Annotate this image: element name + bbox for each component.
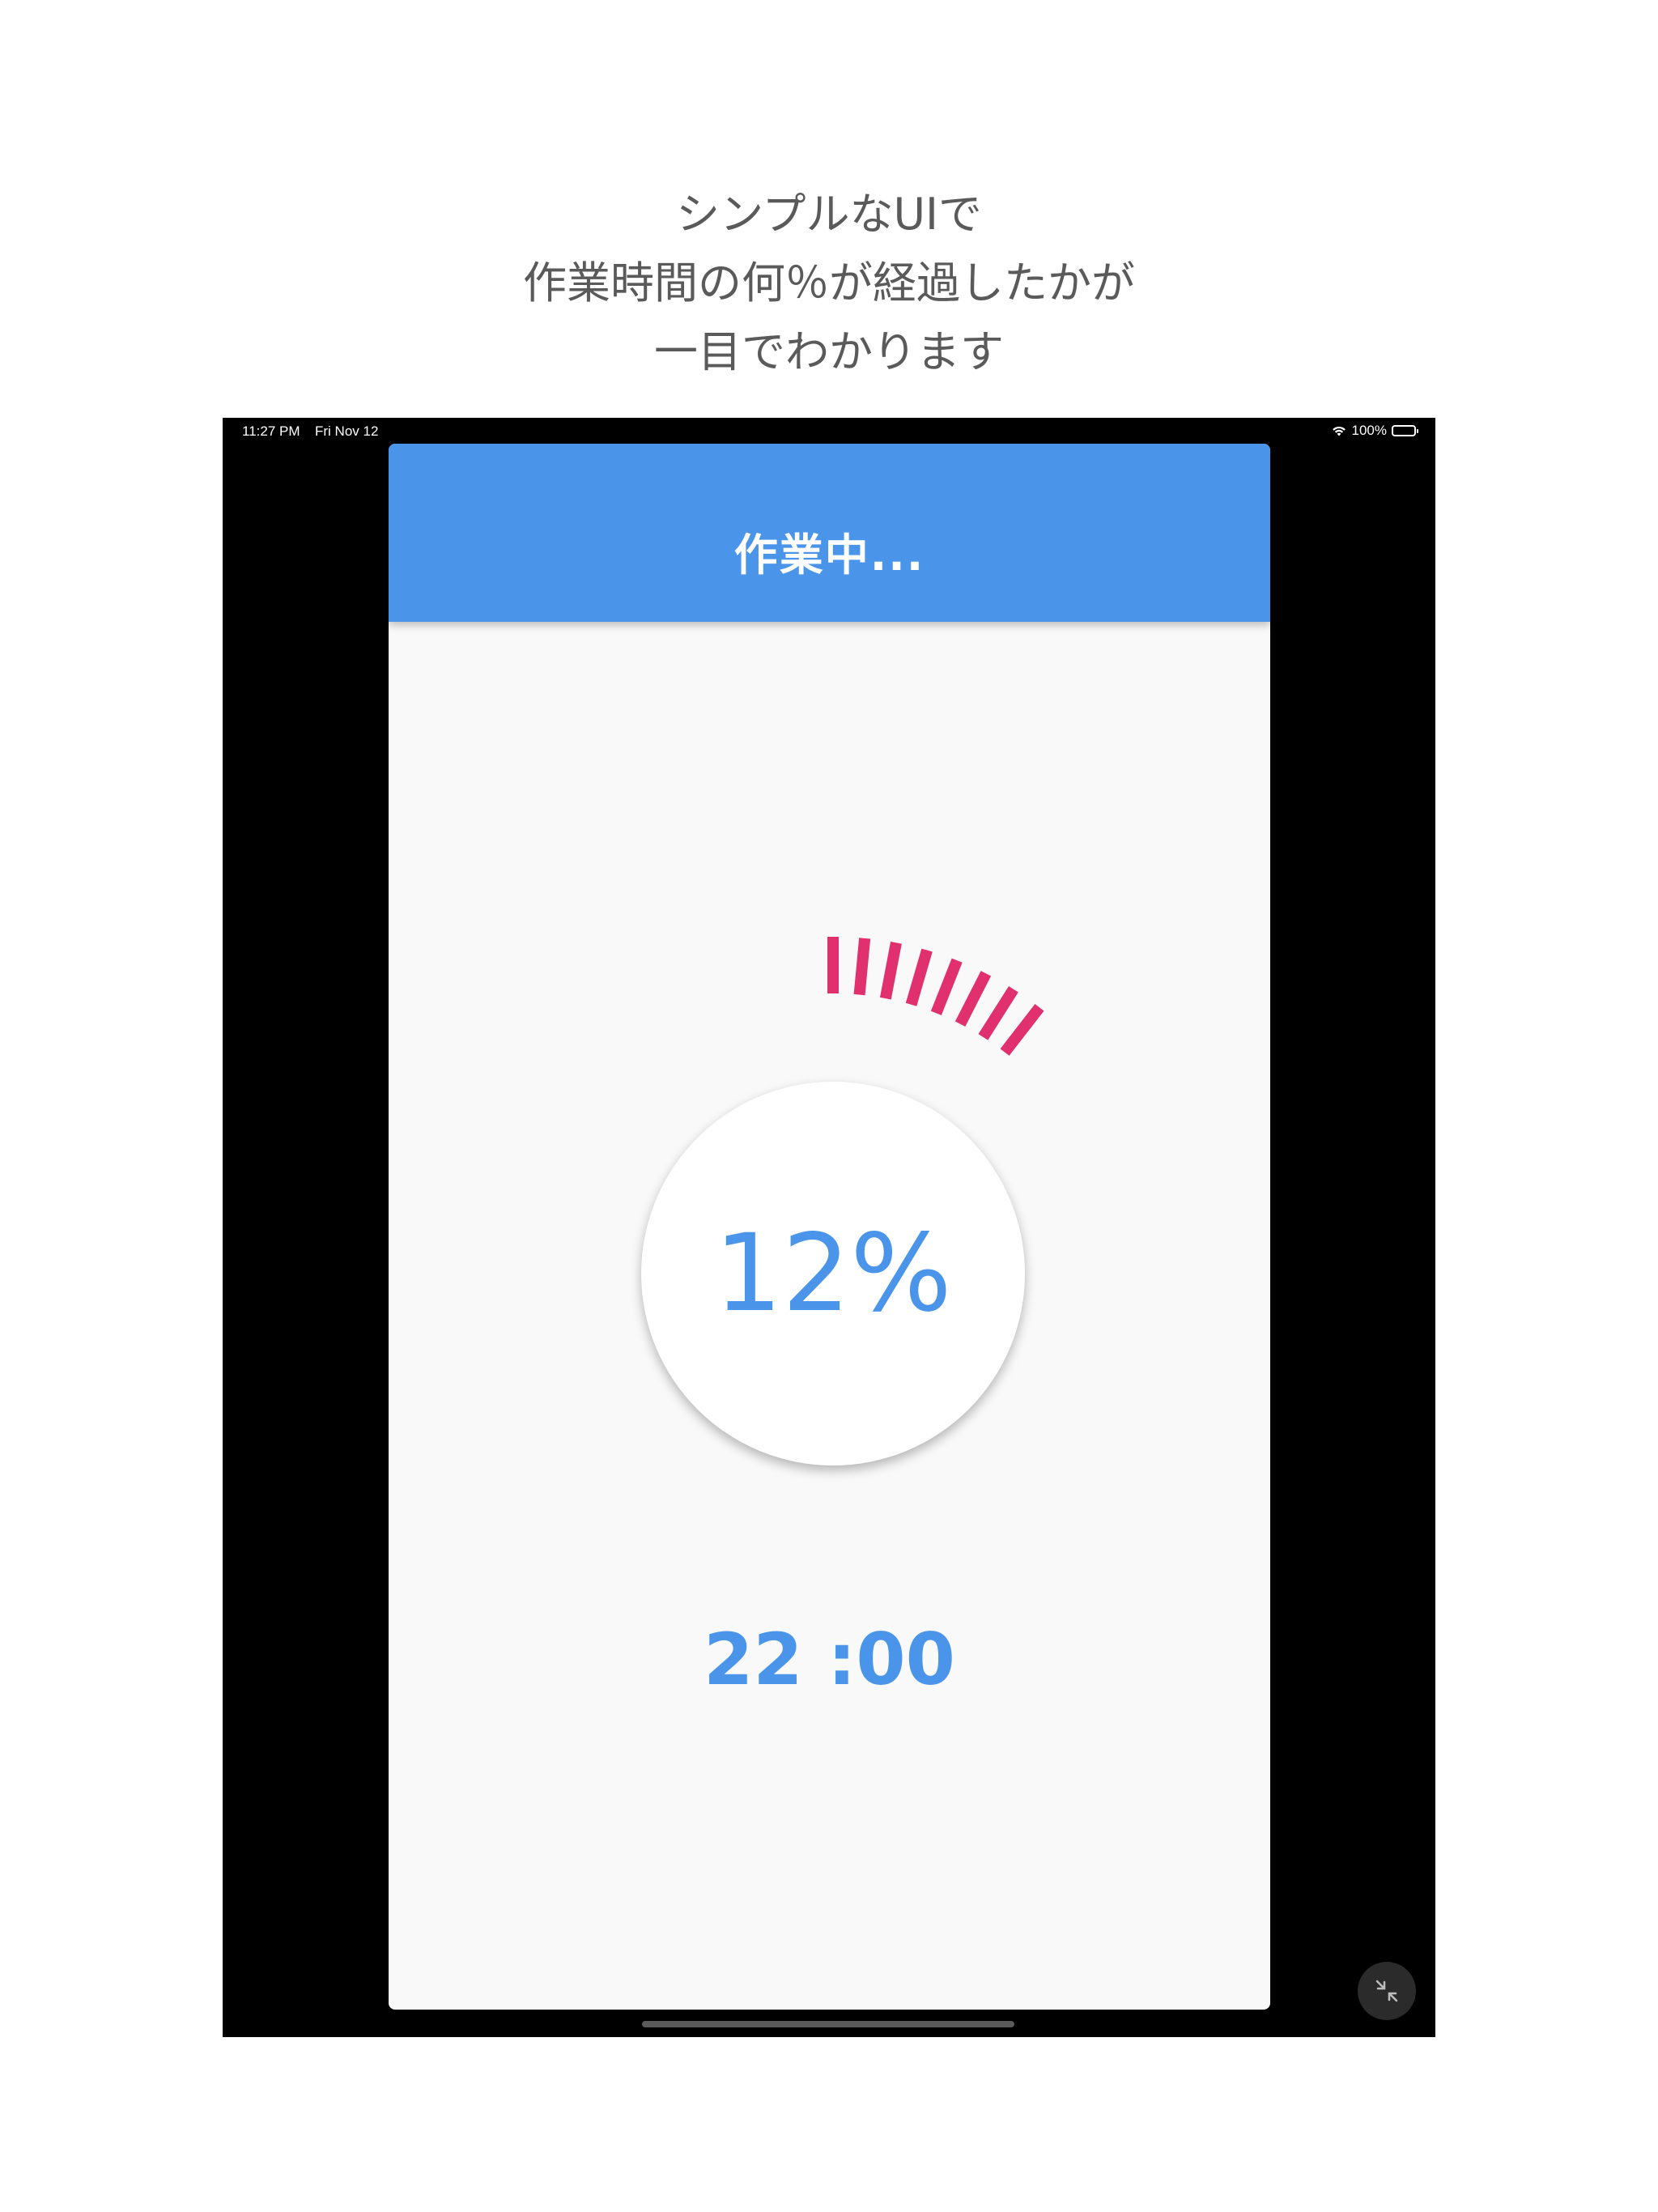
status-date: Fri Nov 12 <box>315 423 379 439</box>
caption-line-3: 一目でわかります <box>654 326 1004 377</box>
battery-icon <box>1392 425 1418 436</box>
exit-fullscreen-icon <box>1375 1980 1398 2002</box>
status-right: 100% <box>1331 423 1418 439</box>
device-screen: 11:27 PM Fri Nov 12 100% 作業中... 12% 22 :… <box>223 418 1435 2037</box>
promo-caption: シンプルなUIで 作業時間の何％が経過したかが 一目でわかります <box>0 180 1658 386</box>
exit-fullscreen-button[interactable] <box>1358 1962 1416 2020</box>
app-title: 作業中... <box>733 530 925 581</box>
home-indicator[interactable] <box>642 2021 1014 2027</box>
progress-tick <box>905 948 933 1006</box>
timer-display: 22 :00 <box>704 1618 955 1701</box>
caption-line-1: シンプルなUIで <box>676 189 982 240</box>
progress-tick <box>978 986 1018 1040</box>
wifi-icon <box>1332 426 1346 436</box>
app-sheet: 作業中... 12% 22 :00 <box>389 444 1270 2010</box>
progress-tick <box>1000 1004 1044 1056</box>
caption-line-2: 作業時間の何％が経過したかが <box>523 257 1135 308</box>
progress-dial: 12% <box>641 1082 1025 1465</box>
progress-percent: 12% <box>714 1211 952 1336</box>
progress-tick <box>853 938 871 996</box>
progress-tick <box>930 958 963 1015</box>
status-time: 11:27 PM <box>242 423 300 439</box>
progress-tick <box>879 942 902 1000</box>
battery-percent: 100% <box>1351 423 1387 438</box>
progress-tick <box>954 971 992 1027</box>
app-bar: 作業中... <box>389 444 1270 622</box>
status-bar: 11:27 PM Fri Nov 12 100% <box>223 418 1435 442</box>
